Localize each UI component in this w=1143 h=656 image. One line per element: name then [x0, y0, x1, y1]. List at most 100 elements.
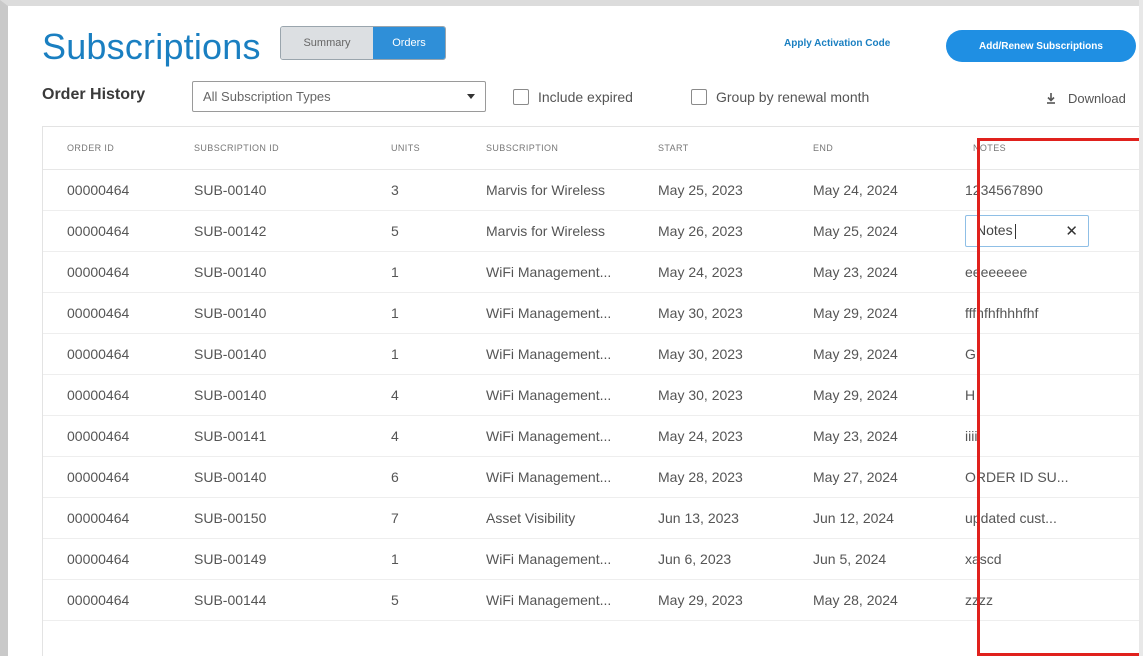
- order-id-cell: 00000464: [43, 169, 170, 211]
- notes-cell[interactable]: 1234567890: [949, 169, 1143, 211]
- table-row[interactable]: 00000464 SUB-00150 7 Asset Visibility Ju…: [43, 497, 1143, 539]
- table-row[interactable]: 00000464 SUB-00140 1 WiFi Management... …: [43, 292, 1143, 334]
- subscription-cell: Marvis for Wireless: [462, 169, 634, 211]
- start-cell: May 30, 2023: [634, 374, 789, 416]
- table-row[interactable]: 00000464 SUB-00142 5 Marvis for Wireless…: [43, 210, 1143, 252]
- order-history-table: ORDER ID SUBSCRIPTION ID UNITS SUBSCRIPT…: [42, 126, 1143, 656]
- end-cell: Jun 12, 2024: [789, 497, 949, 539]
- table-row[interactable]: 00000464 SUB-00140 4 WiFi Management... …: [43, 374, 1143, 416]
- end-cell: May 25, 2024: [789, 210, 949, 252]
- download-label: Download: [1068, 90, 1126, 106]
- start-cell: Jun 6, 2023: [634, 538, 789, 580]
- table-row[interactable]: 00000464 SUB-00140 1 WiFi Management... …: [43, 333, 1143, 375]
- checkbox-box[interactable]: [691, 89, 707, 105]
- subscription-cell: WiFi Management...: [462, 538, 634, 580]
- order-id-cell: 00000464: [43, 579, 170, 621]
- subscription-type-select[interactable]: All Subscription Types: [192, 81, 486, 112]
- notes-cell[interactable]: G: [949, 333, 1143, 375]
- close-icon[interactable]: ✕: [1065, 222, 1078, 240]
- subscription-cell: WiFi Management...: [462, 456, 634, 498]
- checkbox-box[interactable]: [513, 89, 529, 105]
- subscription-id-cell: SUB-00142: [170, 210, 367, 252]
- notes-input-text-wrap: Notes: [976, 222, 1016, 239]
- start-cell: May 24, 2023: [634, 251, 789, 293]
- table-row[interactable]: 00000464 SUB-00140 6 WiFi Management... …: [43, 456, 1143, 498]
- include-expired-label: Include expired: [538, 89, 633, 105]
- table-row[interactable]: 00000464 SUB-00144 5 WiFi Management... …: [43, 579, 1143, 621]
- end-cell: May 29, 2024: [789, 292, 949, 334]
- text-cursor: [1014, 223, 1016, 239]
- start-cell: May 30, 2023: [634, 292, 789, 334]
- download-icon: [1047, 93, 1055, 104]
- order-history-label: Order History: [42, 86, 146, 103]
- end-cell: May 29, 2024: [789, 374, 949, 416]
- order-id-cell: 00000464: [43, 210, 170, 252]
- apply-activation-code-link[interactable]: Apply Activation Code: [784, 38, 890, 49]
- order-id-cell: 00000464: [43, 333, 170, 375]
- notes-cell[interactable]: updated cust...: [949, 497, 1143, 539]
- column-header-subscription[interactable]: SUBSCRIPTION: [462, 127, 634, 170]
- subscription-type-value: All Subscription Types: [203, 89, 331, 104]
- units-cell: 6: [367, 456, 462, 498]
- notes-cell[interactable]: iiii: [949, 415, 1143, 457]
- notes-input[interactable]: Notes ✕: [965, 214, 1089, 247]
- notes-cell-editing[interactable]: Notes ✕: [949, 210, 1143, 252]
- end-cell: May 23, 2024: [789, 415, 949, 457]
- units-cell: 5: [367, 579, 462, 621]
- notes-cell[interactable]: H: [949, 374, 1143, 416]
- column-header-order-id[interactable]: ORDER ID: [43, 127, 170, 170]
- column-header-subscription-id[interactable]: SUBSCRIPTION ID: [170, 127, 367, 170]
- notes-cell[interactable]: xascd: [949, 538, 1143, 580]
- column-header-start[interactable]: START: [634, 127, 789, 170]
- subscription-id-cell: SUB-00140: [170, 169, 367, 211]
- units-cell: 7: [367, 497, 462, 539]
- table-row[interactable]: 00000464 SUB-00140 3 Marvis for Wireless…: [43, 169, 1143, 211]
- subscription-id-cell: SUB-00149: [170, 538, 367, 580]
- table-header-row: ORDER ID SUBSCRIPTION ID UNITS SUBSCRIPT…: [43, 127, 1143, 170]
- add-renew-subscriptions-button[interactable]: Add/Renew Subscriptions: [946, 30, 1136, 62]
- subscription-id-cell: SUB-00141: [170, 415, 367, 457]
- chevron-down-icon: [467, 94, 475, 99]
- end-cell: May 27, 2024: [789, 456, 949, 498]
- order-id-cell: 00000464: [43, 415, 170, 457]
- subscription-cell: Marvis for Wireless: [462, 210, 634, 252]
- subscription-id-cell: SUB-00140: [170, 333, 367, 375]
- end-cell: May 29, 2024: [789, 333, 949, 375]
- tab-summary[interactable]: Summary: [281, 27, 373, 59]
- start-cell: May 24, 2023: [634, 415, 789, 457]
- page: Subscriptions Summary Orders Apply Activ…: [8, 6, 1143, 656]
- subscription-cell: WiFi Management...: [462, 251, 634, 293]
- view-toggle: Summary Orders: [280, 26, 446, 60]
- page-title: Subscriptions: [42, 26, 261, 67]
- column-header-units[interactable]: UNITS: [367, 127, 462, 170]
- order-id-cell: 00000464: [43, 374, 170, 416]
- tab-orders[interactable]: Orders: [373, 27, 445, 59]
- end-cell: May 23, 2024: [789, 251, 949, 293]
- group-by-renewal-checkbox[interactable]: Group by renewal month: [691, 89, 869, 105]
- end-cell: Jun 5, 2024: [789, 538, 949, 580]
- download-button[interactable]: Download: [1044, 90, 1126, 106]
- notes-cell[interactable]: ORDER ID SU...: [949, 456, 1143, 498]
- units-cell: 4: [367, 415, 462, 457]
- start-cell: May 30, 2023: [634, 333, 789, 375]
- order-id-cell: 00000464: [43, 456, 170, 498]
- start-cell: May 28, 2023: [634, 456, 789, 498]
- units-cell: 3: [367, 169, 462, 211]
- subscription-cell: WiFi Management...: [462, 333, 634, 375]
- column-header-notes[interactable]: NOTES: [949, 127, 1143, 170]
- units-cell: 5: [367, 210, 462, 252]
- order-id-cell: 00000464: [43, 251, 170, 293]
- table-row[interactable]: 00000464 SUB-00149 1 WiFi Management... …: [43, 538, 1143, 580]
- start-cell: Jun 13, 2023: [634, 497, 789, 539]
- table-row[interactable]: 00000464 SUB-00141 4 WiFi Management... …: [43, 415, 1143, 457]
- include-expired-checkbox[interactable]: Include expired: [513, 89, 633, 105]
- subscription-cell: WiFi Management...: [462, 415, 634, 457]
- subscription-cell: Asset Visibility: [462, 497, 634, 539]
- notes-cell[interactable]: fffhfhfhhhfhf: [949, 292, 1143, 334]
- table-row[interactable]: 00000464 SUB-00140 1 WiFi Management... …: [43, 251, 1143, 293]
- notes-cell[interactable]: zzzz: [949, 579, 1143, 621]
- units-cell: 4: [367, 374, 462, 416]
- notes-cell[interactable]: eeeeeeee: [949, 251, 1143, 293]
- column-header-end[interactable]: END: [789, 127, 949, 170]
- order-id-cell: 00000464: [43, 292, 170, 334]
